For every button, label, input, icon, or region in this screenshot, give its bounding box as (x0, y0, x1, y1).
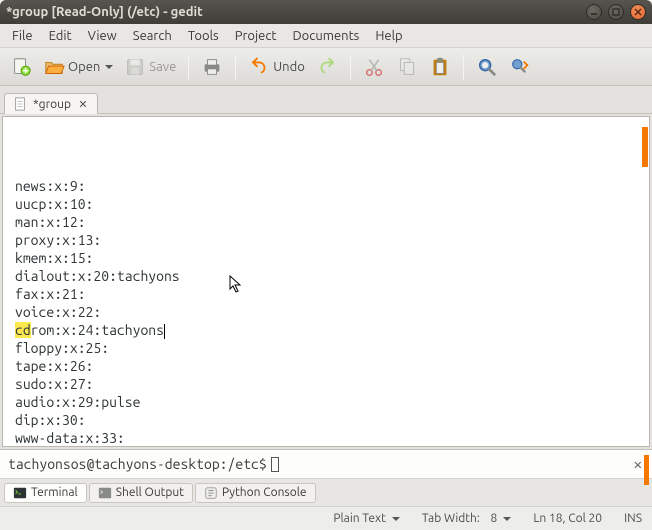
panel-close-button[interactable]: ✕ (634, 456, 642, 473)
menu-file[interactable]: File (4, 27, 41, 45)
undo-icon (248, 56, 270, 78)
save-label: Save (149, 60, 176, 74)
status-cursor-position: Ln 18, Col 20 (533, 512, 602, 525)
chevron-down-icon (503, 517, 511, 521)
separator (463, 54, 464, 80)
search-icon (476, 56, 498, 78)
panel-tab-python-label: Python Console (222, 486, 307, 499)
save-icon (124, 56, 146, 78)
paste-icon (429, 56, 451, 78)
overview-ruler (642, 127, 648, 167)
copy-icon (396, 56, 418, 78)
panel-tab-shell-label: Shell Output (116, 486, 184, 499)
panel-tab-terminal-label: Terminal (31, 486, 78, 499)
separator (188, 54, 189, 80)
undo-button[interactable]: Undo (244, 52, 309, 82)
save-button[interactable]: Save (120, 52, 180, 82)
document-tab[interactable]: *group ✕ (4, 93, 98, 114)
window-titlebar: *group [Read-Only] (/etc) - gedit (0, 0, 652, 24)
cut-icon (363, 56, 385, 78)
open-label: Open (68, 60, 100, 74)
undo-label: Undo (273, 60, 305, 74)
new-file-icon (10, 56, 32, 78)
menu-help[interactable]: Help (367, 27, 410, 45)
paste-button[interactable] (425, 52, 455, 82)
redo-icon (316, 56, 338, 78)
window-title: *group [Read-Only] (/etc) - gedit (6, 5, 586, 19)
editor-container: news:x:9:uucp:x:10:man:x:12:proxy:x:13:k… (0, 114, 652, 449)
close-button[interactable] (630, 4, 646, 20)
new-file-button[interactable] (6, 52, 36, 82)
find-replace-button[interactable] (505, 52, 535, 82)
terminal-cursor (271, 457, 279, 472)
print-button[interactable] (197, 52, 227, 82)
panel-tab-shell-output[interactable]: Shell Output (89, 483, 193, 503)
terminal-icon (13, 486, 27, 500)
print-icon (201, 56, 223, 78)
menu-project[interactable]: Project (227, 27, 285, 45)
tab-label: *group (33, 98, 71, 111)
find-replace-icon (509, 56, 531, 78)
separator (235, 54, 236, 80)
toolbar: Open Save Undo (0, 48, 652, 86)
python-icon (204, 486, 218, 500)
folder-open-icon (43, 56, 65, 78)
copy-button[interactable] (392, 52, 422, 82)
menu-tools[interactable]: Tools (180, 27, 227, 45)
tab-close-button[interactable]: ✕ (77, 98, 89, 110)
statusbar: Plain Text Tab Width: 8 Ln 18, Col 20 IN… (0, 506, 652, 530)
menubar: File Edit View Search Tools Project Docu… (0, 24, 652, 48)
status-language[interactable]: Plain Text (333, 512, 400, 525)
window-controls (586, 4, 646, 20)
open-button[interactable]: Open (39, 52, 117, 82)
cut-button[interactable] (359, 52, 389, 82)
status-tab-width[interactable]: Tab Width: 8 (422, 512, 511, 525)
menu-view[interactable]: View (80, 27, 125, 45)
shell-icon (98, 486, 112, 500)
panel-tab-terminal[interactable]: Terminal (4, 483, 87, 503)
panel-overview-ruler (644, 455, 649, 485)
redo-button[interactable] (312, 52, 342, 82)
menu-search[interactable]: Search (125, 27, 180, 45)
bottom-panel-tabs: Terminal Shell Output Python Console (0, 478, 652, 506)
terminal-panel[interactable]: tachyonsos@tachyons-desktop:/etc$ ✕ (0, 449, 652, 478)
text-editor[interactable]: news:x:9:uucp:x:10:man:x:12:proxy:x:13:k… (2, 116, 650, 447)
terminal-prompt: tachyonsos@tachyons-desktop:/etc$ (8, 456, 267, 472)
file-icon (13, 97, 27, 111)
separator (350, 54, 351, 80)
panel-tab-python-console[interactable]: Python Console (195, 483, 316, 503)
menu-documents[interactable]: Documents (285, 27, 368, 45)
status-insert-mode: INS (624, 512, 642, 525)
chevron-down-icon (392, 517, 400, 521)
maximize-button[interactable] (608, 4, 624, 20)
chevron-down-icon (105, 65, 113, 69)
menu-edit[interactable]: Edit (41, 27, 80, 45)
document-tabbar: *group ✕ (0, 86, 652, 114)
minimize-button[interactable] (586, 4, 602, 20)
find-button[interactable] (472, 52, 502, 82)
